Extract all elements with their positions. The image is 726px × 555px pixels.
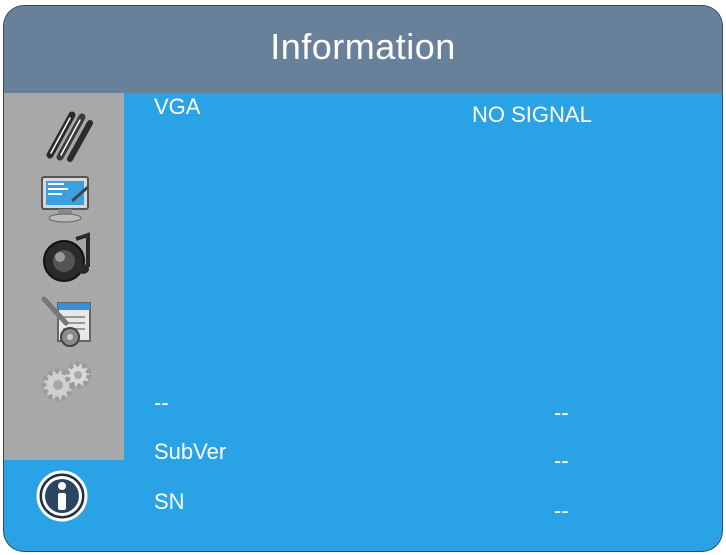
source-status: NO SIGNAL [472, 102, 592, 127]
source-label: VGA [154, 94, 201, 119]
sidebar [4, 93, 124, 460]
picture-pens-icon[interactable] [38, 107, 94, 163]
gears-icon[interactable] [38, 355, 94, 411]
osd-menu-window: Information VGA NO SIGNAL -- -- SubVer -… [4, 6, 722, 551]
audio-speaker-icon[interactable] [38, 231, 94, 287]
sn-label: SN [154, 489, 185, 514]
page-title: Information [270, 25, 456, 67]
title-bar: Information [4, 6, 722, 93]
resolution-label: -- [154, 390, 169, 415]
sn-value: -- [554, 498, 569, 523]
tools-settings-icon[interactable] [38, 293, 94, 349]
info-icon[interactable] [34, 468, 90, 524]
resolution-value: -- [554, 400, 569, 425]
subver-label: SubVer [154, 439, 227, 464]
subver-value: -- [554, 448, 569, 473]
display-settings-icon[interactable] [38, 169, 94, 225]
